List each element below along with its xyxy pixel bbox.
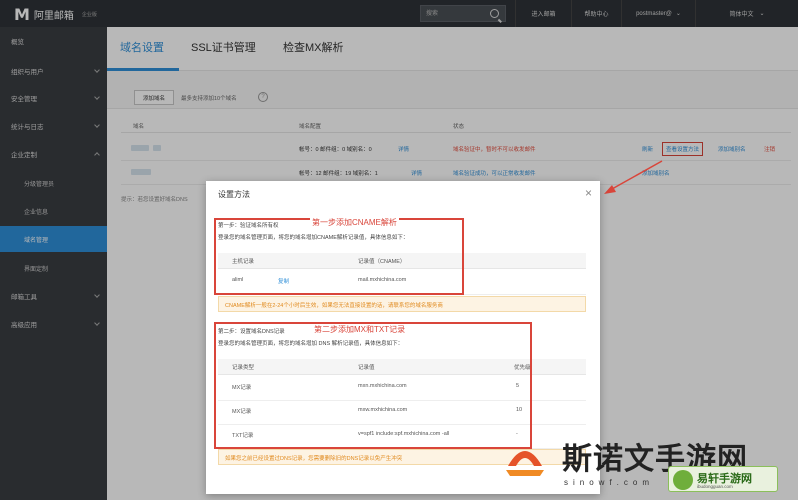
badge-url: ibudongguan.com: [697, 484, 733, 489]
step2-annotation-label: 第二步添加MX和TXT记录: [312, 324, 408, 335]
close-icon[interactable]: ×: [585, 186, 592, 200]
step1-annotation-label: 第一步添加CNAME解析: [310, 217, 399, 228]
badge-logo-icon: [673, 470, 693, 490]
watermark-url: sinowf.com: [564, 478, 655, 487]
step1-annotation-box: [214, 218, 464, 295]
watermark: 斯诺文手游网 sinowf.com 易轩手游网 ibudongguan.com: [500, 430, 798, 500]
annotation-arrow-line: [611, 160, 663, 190]
watermark-logo-icon: [506, 451, 544, 476]
dialog-title: 设置方法: [218, 190, 250, 199]
step2-annotation-box: [214, 322, 532, 449]
watermark-badge: 易轩手游网 ibudongguan.com: [668, 466, 778, 492]
cname-notice: CNAME解析一般在2-24个小时后生效，如果您无法直接设置的话，请联系您的域名…: [218, 296, 586, 312]
annotation-arrow-head: [604, 185, 616, 194]
